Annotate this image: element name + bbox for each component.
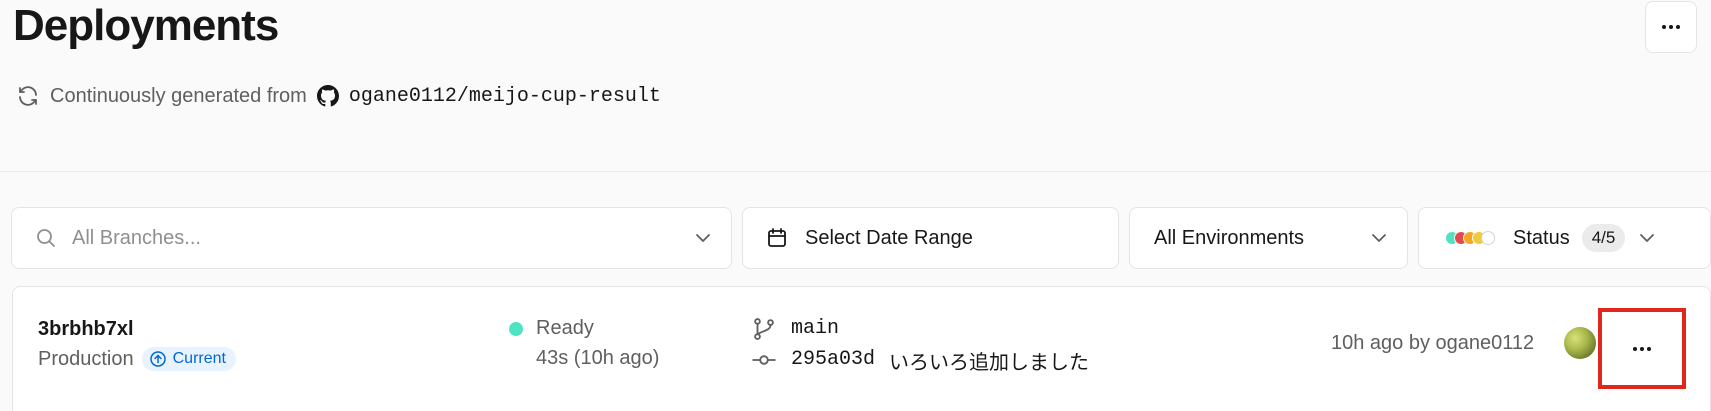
status-count-badge: 4/5 [1581, 224, 1626, 252]
environment-filter[interactable]: All Environments [1129, 207, 1408, 269]
source-prefix: Continuously generated from [50, 84, 307, 107]
refresh-icon [16, 84, 40, 108]
deployment-more-button[interactable] [1598, 308, 1686, 389]
status-filter[interactable]: Status 4/5 [1418, 207, 1711, 269]
commit-message: いろいろ追加しました [889, 352, 1089, 374]
commit-hash-link[interactable]: 295a03d [791, 348, 875, 371]
current-badge: Current [141, 347, 236, 371]
branch-link[interactable]: main [791, 317, 839, 340]
status-color-dots [1445, 231, 1497, 245]
github-icon [316, 85, 339, 107]
deployment-environment: Production Current [38, 347, 236, 371]
page-more-button[interactable] [1645, 1, 1697, 53]
chevron-down-icon [1367, 226, 1391, 250]
search-icon [34, 226, 58, 250]
arrow-up-circle-icon [149, 350, 167, 368]
avatar [1564, 327, 1596, 359]
status-dot-canceled [1481, 231, 1495, 245]
deployment-duration: 43s (10h ago) [536, 347, 660, 369]
source-line: Continuously generated from ogane0112/me… [16, 82, 661, 110]
more-horizontal-icon [1662, 25, 1680, 29]
status-indicator [509, 322, 523, 336]
status-label: Status [1513, 226, 1570, 249]
repo-link[interactable]: ogane0112/meijo-cup-result [349, 85, 661, 108]
deployment-id-link[interactable]: 3brbhb7xl [38, 318, 134, 341]
calendar-icon [765, 226, 789, 250]
header-divider [0, 171, 1711, 172]
branches-filter[interactable]: All Branches... [11, 207, 732, 269]
deployment-row[interactable]: 3brbhb7xl Production Current Ready 43s (… [12, 286, 1711, 411]
more-horizontal-icon [1633, 346, 1651, 351]
git-commit-icon [751, 347, 777, 373]
chevron-down-icon [1635, 226, 1659, 250]
branches-search-input[interactable]: All Branches... [72, 227, 691, 250]
environment-label: All Environments [1154, 226, 1305, 249]
date-range-label: Select Date Range [805, 226, 973, 249]
deployment-status: Ready [536, 317, 594, 339]
deployment-time-author: 10h ago by ogane0112 [1331, 332, 1535, 354]
chevron-down-icon [691, 226, 715, 250]
page-title: Deployments [13, 1, 279, 50]
git-branch-icon [751, 316, 777, 342]
environment-name: Production [38, 347, 134, 370]
current-badge-label: Current [172, 350, 226, 367]
date-range-filter[interactable]: Select Date Range [742, 207, 1119, 269]
